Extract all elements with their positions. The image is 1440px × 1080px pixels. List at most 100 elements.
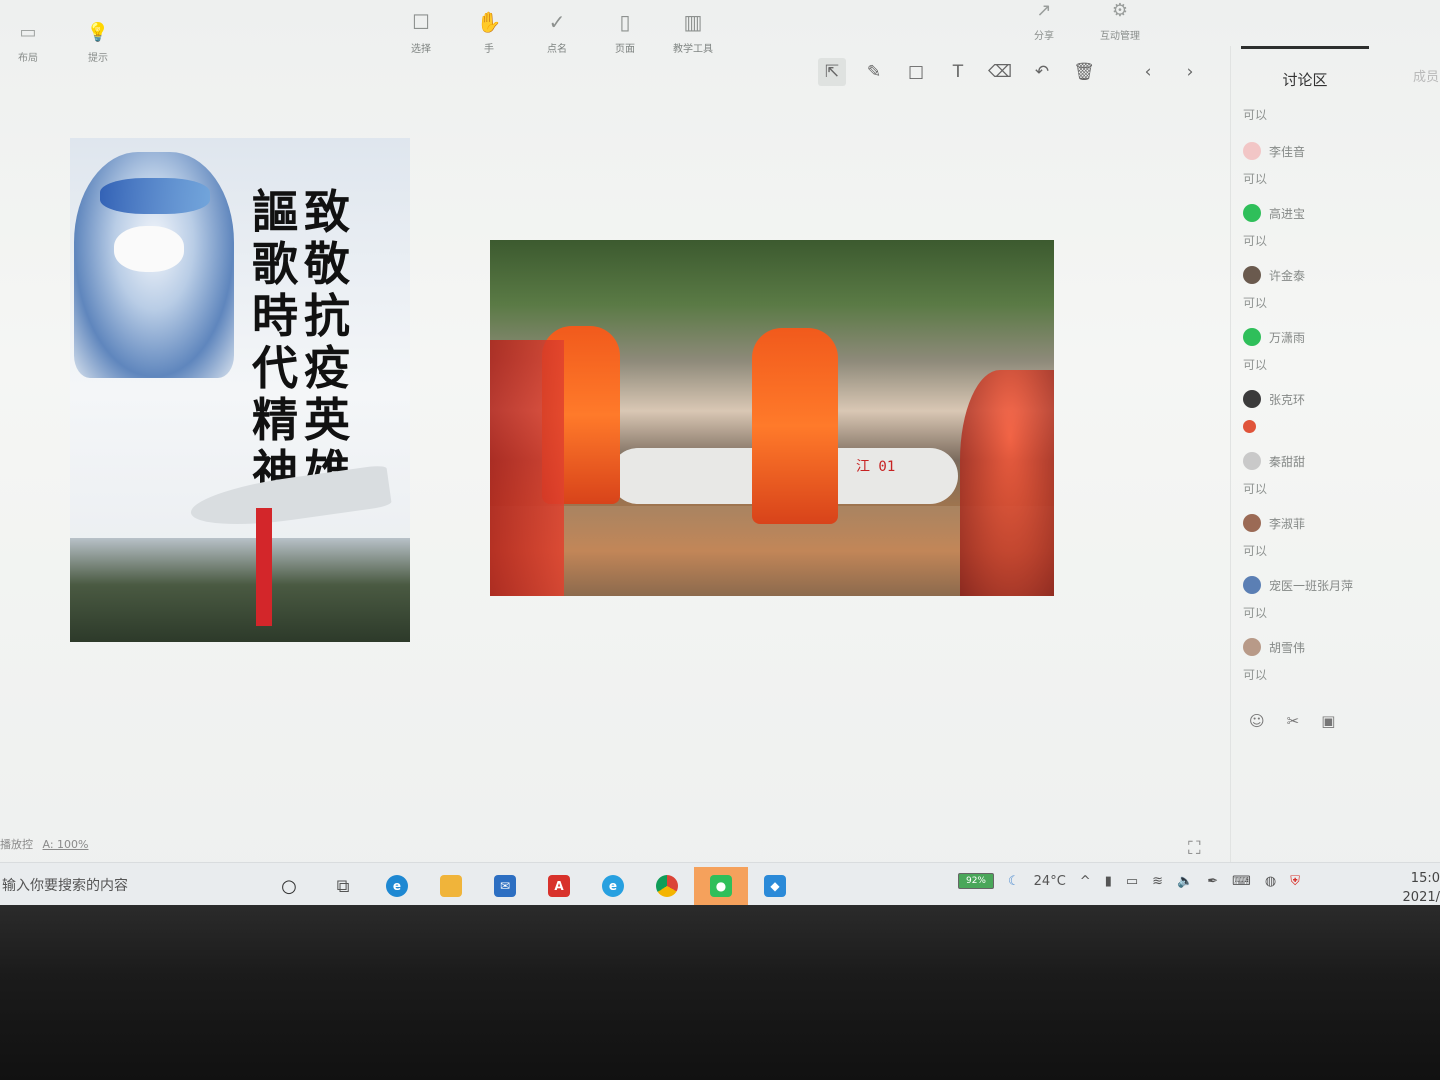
status-bar: 播放控 A: 100% — [0, 836, 88, 852]
layout-tool[interactable]: ▭ 布局 — [8, 22, 48, 64]
laptop-bezel — [0, 905, 1440, 1080]
chevron-up-icon[interactable]: ^ — [1080, 874, 1091, 889]
antivirus-icon[interactable]: ⛨ — [1290, 874, 1300, 889]
next-page-button[interactable]: › — [1176, 58, 1204, 86]
interaction-settings-tool[interactable]: ⚙ 互动管理 — [1096, 0, 1144, 42]
emoji-icon[interactable]: ☺ — [1249, 712, 1265, 730]
message-item: 李淑菲 可以 — [1243, 514, 1433, 559]
circle-icon: ○ — [281, 875, 297, 897]
mail-app[interactable]: ✉ — [478, 867, 532, 905]
teaching-tools[interactable]: ▥ 教学工具 — [672, 10, 714, 55]
task-view-button[interactable]: ⧉ — [316, 867, 370, 905]
fullscreen-icon[interactable]: ⛶ — [1188, 838, 1201, 859]
hint-tool-label: 提示 — [88, 53, 108, 64]
wechat-app[interactable]: ● — [694, 867, 748, 905]
face-shield — [100, 178, 210, 214]
chrome-icon — [656, 875, 678, 897]
scissors-icon[interactable]: ✂ — [1287, 712, 1300, 730]
pen-icon: ✎ — [866, 62, 882, 82]
tab-members[interactable]: 成员 — [1413, 66, 1439, 85]
weather-icon: ☾ — [1008, 873, 1020, 889]
chevron-left-icon: ‹ — [1144, 62, 1152, 82]
message-text: 可以 — [1243, 606, 1268, 620]
taskbar-search-box[interactable]: 输入你要搜索的内容 — [2, 875, 128, 895]
edge-icon: e — [386, 875, 408, 897]
pointer-tool[interactable]: ⇱ — [818, 58, 846, 86]
face-mask — [114, 226, 184, 272]
panel-input-tools: ☺ ✂ ▣ — [1249, 712, 1335, 730]
red-flag — [256, 508, 272, 626]
check-icon: ✓ — [548, 10, 566, 34]
roll-call-tool[interactable]: ✓ 点名 — [536, 10, 578, 55]
weather-temp[interactable]: 24°C — [1034, 874, 1066, 889]
select-tool-label: 选择 — [411, 44, 431, 55]
tribute-poster-image: 致 敬 抗 疫 英 雄 謳 歌 時 代 精 神 — [70, 138, 410, 642]
usb-icon[interactable]: ▮ — [1105, 874, 1112, 889]
clock[interactable]: 15:0 2021/ — [1396, 869, 1440, 905]
tab-discussion[interactable]: 讨论区 — [1241, 46, 1369, 90]
cortana-button[interactable]: ○ — [262, 867, 316, 905]
settings-icon: ⚙ — [1111, 0, 1129, 21]
poster-char: 英 — [304, 393, 350, 447]
message-author: 高进宝 — [1269, 206, 1306, 221]
message-item: 许金泰 可以 — [1243, 266, 1433, 311]
eraser-tool[interactable]: ⌫ — [986, 58, 1014, 86]
hand-tool-label: 手 — [484, 44, 494, 55]
rectangle-tool[interactable]: □ — [902, 58, 930, 86]
message-text: 可以 — [1243, 482, 1268, 496]
hand-tool[interactable]: ✋ 手 — [468, 10, 510, 55]
text-tool[interactable]: T — [944, 58, 972, 86]
message-author: 张克环 — [1269, 392, 1306, 407]
page-icon: ▯ — [619, 10, 631, 34]
message-item: 秦甜甜 可以 — [1243, 452, 1433, 497]
poster-char: 抗 — [304, 289, 350, 343]
share-icon: ↗ — [1036, 0, 1052, 21]
discussion-panel: 讨论区 成员 可以 李佳音 可以 高进宝 可以 许金泰 可以 万潇雨 可以 张克… — [1230, 46, 1440, 866]
keyboard-icon[interactable]: ⌨ — [1232, 874, 1251, 889]
pen-tool[interactable]: ✎ — [860, 58, 888, 86]
poster-title-left-column: 謳 歌 時 代 精 神 — [252, 186, 298, 498]
undo-tool[interactable]: ↶ — [1028, 58, 1056, 86]
poster-char: 謳 — [252, 185, 298, 239]
edge-app[interactable]: e — [370, 867, 424, 905]
right-toolbar: ↗ 分享 ⚙ 互动管理 — [1020, 0, 1144, 42]
volume-icon[interactable]: 🔈 — [1177, 874, 1193, 889]
layout-icon: ▭ — [19, 22, 37, 43]
poster-char: 精 — [252, 393, 298, 447]
whiteboard-canvas[interactable]: 致 敬 抗 疫 英 雄 謳 歌 時 代 精 神 — [0, 100, 1228, 860]
zoom-level[interactable]: A: 100% — [43, 838, 89, 851]
message-text: 可以 — [1243, 108, 1268, 122]
battery-icon[interactable]: ▭ — [1126, 874, 1138, 889]
avatar — [1243, 142, 1261, 160]
select-tool[interactable]: ☐ 选择 — [400, 10, 442, 55]
hint-tool[interactable]: 💡 提示 — [78, 22, 118, 64]
browser-app[interactable]: e — [586, 867, 640, 905]
page-tool[interactable]: ▯ 页面 — [604, 10, 646, 55]
wifi-icon[interactable]: ≋ — [1152, 874, 1163, 889]
text-icon: T — [952, 62, 964, 82]
poster-char: 時 — [252, 289, 298, 343]
flood-rescue-photo: 江 01 — [490, 240, 1054, 596]
classroom-app[interactable]: ◆ — [748, 867, 802, 905]
battery-indicator[interactable]: 92% — [958, 873, 994, 889]
chrome-app[interactable] — [640, 867, 694, 905]
pdf-app[interactable]: A — [532, 867, 586, 905]
image-icon[interactable]: ▣ — [1321, 712, 1335, 730]
pen-icon[interactable]: ✒ — [1207, 874, 1218, 889]
share-tool-label: 分享 — [1034, 31, 1054, 42]
file-explorer-app[interactable] — [424, 867, 478, 905]
emoji-reaction-icon — [1243, 420, 1256, 433]
poster-char: 致 — [304, 185, 350, 239]
taskbar-apps: ○ ⧉ e ✉ A e ● ◆ — [262, 867, 802, 905]
mic-icon[interactable]: ◍ — [1265, 874, 1276, 889]
share-tool[interactable]: ↗ 分享 — [1020, 0, 1068, 42]
drawing-toolbar: ⇱ ✎ □ T ⌫ ↶ 🗑 ‹ › — [818, 58, 1204, 86]
chart-icon: ▥ — [683, 10, 703, 34]
delete-tool[interactable]: 🗑 — [1070, 58, 1098, 86]
message-item: 胡雪伟 可以 — [1243, 638, 1433, 683]
poster-title: 致 敬 抗 疫 英 雄 謳 歌 時 代 精 神 — [252, 186, 350, 498]
classroom-icon: ◆ — [764, 875, 786, 897]
prev-page-button[interactable]: ‹ — [1134, 58, 1162, 86]
hand-icon: ✋ — [476, 10, 502, 34]
message-author: 胡雪伟 — [1269, 640, 1306, 655]
